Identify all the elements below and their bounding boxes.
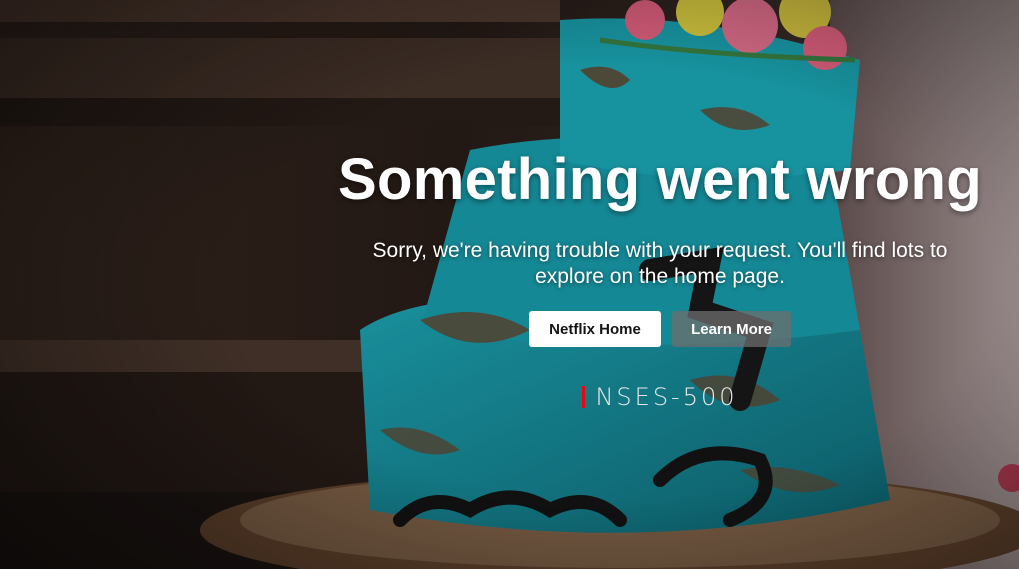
error-message: Sorry, we're having trouble with your re… xyxy=(372,239,948,288)
action-buttons: Netflix Home Learn More xyxy=(330,311,990,347)
error-code-accent-bar xyxy=(582,386,586,408)
error-code: NSES-500 xyxy=(330,383,990,411)
error-code-text: NSES-500 xyxy=(595,383,738,411)
learn-more-button[interactable]: Learn More xyxy=(672,311,791,347)
netflix-home-button[interactable]: Netflix Home xyxy=(529,311,661,347)
error-content: Something went wrong Sorry, we're having… xyxy=(330,140,990,411)
error-title: Something went wrong xyxy=(338,147,982,212)
error-page: Something went wrong Sorry, we're having… xyxy=(0,0,1019,569)
